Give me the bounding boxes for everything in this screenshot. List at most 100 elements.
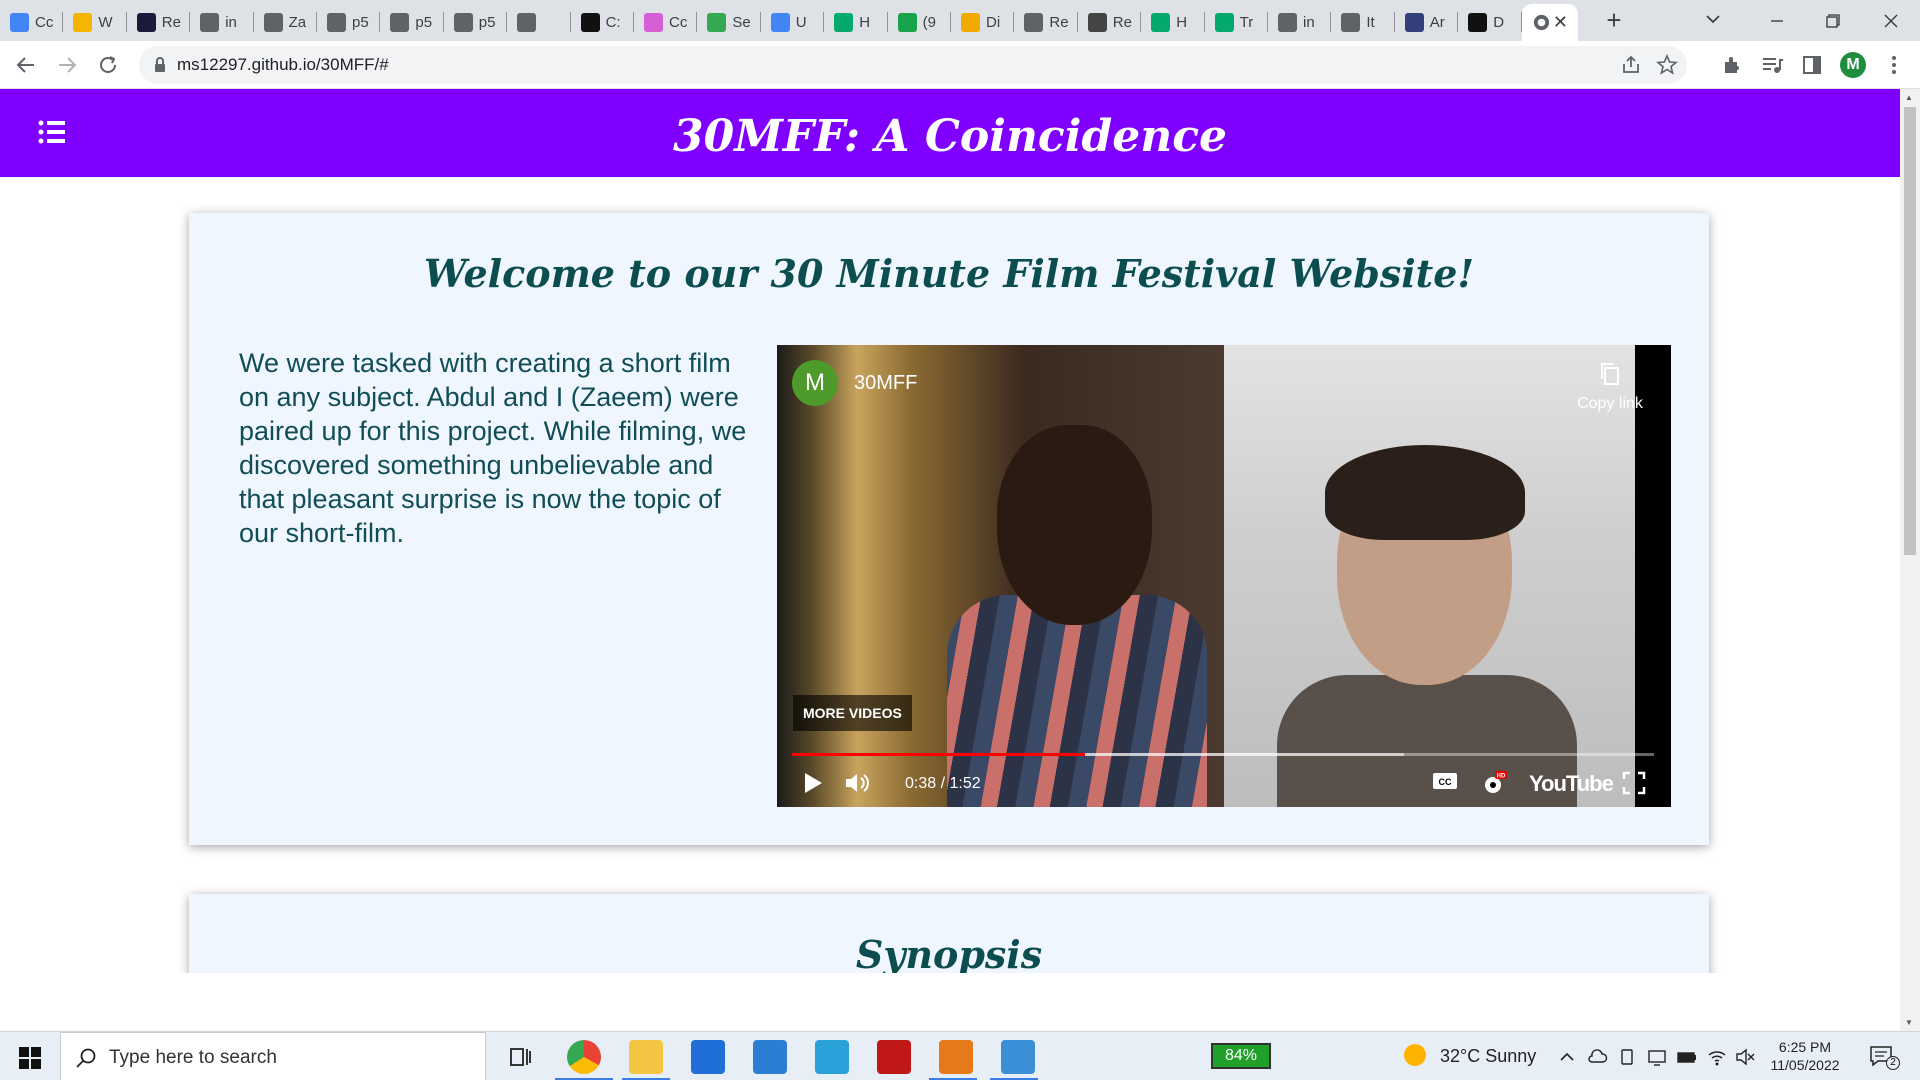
copy-link-button[interactable]: Copy link [1570, 361, 1650, 413]
speaker-muted-icon[interactable] [1734, 1046, 1756, 1068]
scrollbar-thumb[interactable] [1904, 107, 1916, 555]
tab-active[interactable]: ✕ [1522, 4, 1578, 41]
channel-avatar[interactable]: M [792, 360, 838, 406]
forward-arrow-icon[interactable] [55, 53, 79, 77]
tab-10[interactable]: C: [571, 4, 634, 41]
tab-2[interactable]: W [63, 4, 126, 41]
mcafee-icon[interactable] [877, 1040, 911, 1074]
cap-icon [1087, 13, 1107, 32]
tab-22[interactable]: It [1331, 4, 1394, 41]
reload-icon[interactable] [96, 53, 120, 77]
tab-17[interactable]: Re [1014, 4, 1077, 41]
tab-1[interactable]: Cc [0, 4, 63, 41]
battery-indicator[interactable]: 84% [1211, 1043, 1271, 1069]
weather-text[interactable]: 32°C Sunny [1440, 1046, 1536, 1067]
settings-gear-icon[interactable]: HD [1480, 770, 1508, 803]
file-explorer-icon[interactable] [629, 1040, 663, 1074]
play-icon[interactable] [801, 770, 825, 801]
tab-20[interactable]: Tr [1205, 4, 1268, 41]
device-icon[interactable] [1616, 1046, 1638, 1068]
fullscreen-icon[interactable] [1621, 770, 1647, 801]
globe-icon [327, 13, 346, 32]
globe-icon [517, 13, 537, 32]
tab-23[interactable]: Ar [1395, 4, 1458, 41]
youtube-logo[interactable]: YouTube [1529, 771, 1614, 797]
w3schools-icon [1214, 13, 1234, 32]
chevron-up-icon[interactable] [1556, 1046, 1578, 1068]
taskbar-clock[interactable]: 6:25 PM 11/05/2022 [1768, 1038, 1842, 1074]
tab-21[interactable]: in [1268, 4, 1331, 41]
closed-captions-icon[interactable]: CC [1431, 770, 1459, 797]
taskbar-search-box[interactable]: Type here to search [60, 1032, 486, 1080]
globe-icon [453, 13, 473, 32]
scroll-up-icon[interactable]: ▲ [1905, 93, 1913, 102]
tab-13[interactable]: U [761, 4, 824, 41]
side-panel-icon[interactable] [1800, 53, 1824, 77]
clock-time: 6:25 PM [1778, 1039, 1832, 1055]
google-docs-icon [770, 13, 790, 32]
mail-icon[interactable] [753, 1040, 787, 1074]
bookmark-star-icon[interactable] [1655, 53, 1679, 76]
restore-window-icon[interactable] [1820, 8, 1846, 34]
page-scrollbar[interactable]: ▲ ▼ [1900, 89, 1920, 1031]
back-arrow-icon[interactable] [14, 53, 38, 77]
battery-icon[interactable] [1676, 1046, 1698, 1068]
close-window-icon[interactable] [1878, 8, 1904, 34]
tab-9[interactable] [507, 4, 570, 41]
notifications-icon[interactable]: 2 [1868, 1044, 1900, 1070]
tab-18[interactable]: Re [1078, 4, 1141, 41]
tab-12[interactable]: Se [697, 4, 760, 41]
app-logo-icon [136, 13, 156, 32]
l-app-icon[interactable] [815, 1040, 849, 1074]
scroll-down-icon[interactable]: ▼ [1905, 1018, 1913, 1027]
tab-label: Za [288, 14, 307, 31]
url-text[interactable]: ms12297.github.io/30MFF/# [177, 55, 389, 75]
tab-close-icon[interactable]: ✕ [1553, 12, 1568, 33]
tab-6[interactable]: p5 [317, 4, 380, 41]
youtube-video-embed[interactable]: M 30MFF Copy link MORE VIDEOS 0:38 / 1:5… [777, 345, 1671, 807]
tab-16[interactable]: Di [951, 4, 1014, 41]
address-bar[interactable]: ms12297.github.io/30MFF/# [139, 46, 1687, 84]
app-icon [644, 13, 663, 32]
tab-3[interactable]: Re [127, 4, 190, 41]
lock-icon[interactable] [149, 54, 171, 76]
tab-7[interactable]: p5 [380, 4, 443, 41]
taskbar-search-placeholder[interactable]: Type here to search [109, 1047, 277, 1069]
tab-19[interactable]: H [1141, 4, 1204, 41]
photos-icon[interactable] [1001, 1040, 1035, 1074]
globe-icon [1341, 13, 1361, 32]
minimize-window-icon[interactable] [1764, 8, 1790, 34]
share-icon[interactable] [1620, 54, 1642, 76]
tab-5[interactable]: Za [254, 4, 317, 41]
task-view-icon[interactable] [503, 1040, 537, 1074]
tab-24[interactable]: D [1458, 4, 1521, 41]
display-icon[interactable] [1646, 1046, 1668, 1068]
extensions-puzzle-icon[interactable] [1720, 53, 1744, 77]
video-channel-name[interactable]: 30MFF [854, 372, 917, 395]
tab-label: Se [732, 14, 751, 31]
new-tab-button[interactable]: + [1599, 6, 1629, 36]
windows-start-icon[interactable] [18, 1046, 42, 1075]
cloud-icon[interactable] [1586, 1046, 1608, 1068]
more-videos-button[interactable]: MORE VIDEOS [793, 695, 912, 731]
video-progress-bar[interactable] [792, 753, 1654, 756]
tab-11[interactable]: Cc [634, 4, 697, 41]
w3schools-icon [834, 13, 854, 32]
profile-avatar[interactable]: M [1840, 52, 1866, 78]
wifi-icon[interactable] [1706, 1046, 1728, 1068]
tab-15[interactable]: (9 [888, 4, 951, 41]
tab-search-chevron-icon[interactable] [1703, 9, 1723, 34]
tab-label: C: [605, 14, 621, 31]
tab-8[interactable]: p5 [444, 4, 507, 41]
kebab-menu-icon[interactable] [1882, 53, 1906, 77]
chrome-taskbar-icon[interactable] [567, 1040, 601, 1074]
sublime-text-icon[interactable] [939, 1040, 973, 1074]
media-queue-icon[interactable] [1760, 53, 1784, 77]
tab-4[interactable]: in [190, 4, 253, 41]
video-person-left-head [997, 425, 1152, 625]
microsoft-store-icon[interactable] [691, 1040, 725, 1074]
tab-label: Cc [669, 14, 688, 31]
badge-icon [897, 13, 917, 32]
volume-icon[interactable] [843, 770, 871, 801]
tab-14[interactable]: H [824, 4, 887, 41]
